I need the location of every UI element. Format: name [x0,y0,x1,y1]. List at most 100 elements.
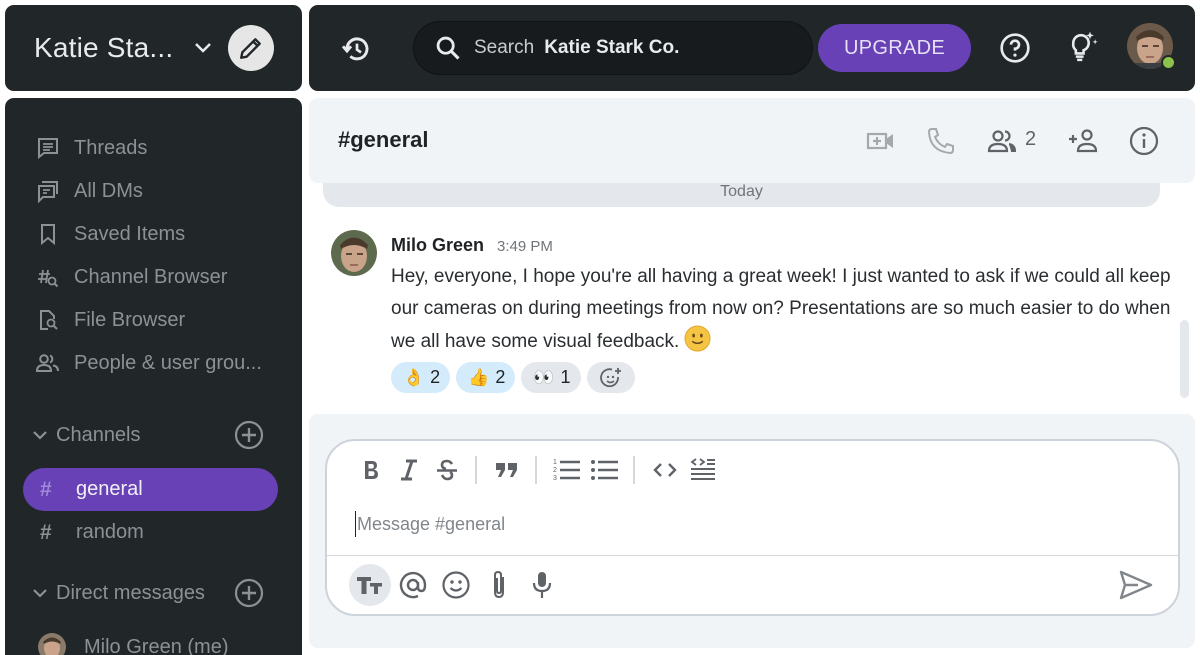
channel-title: #general [338,127,429,152]
sidebar-item-label: File Browser [74,308,186,331]
message-scrollbar[interactable] [1180,320,1189,398]
strikethrough-button[interactable] [431,455,463,485]
sidebar-item-label: All DMs [74,179,143,202]
workspace-header: Katie Sta... [5,5,302,91]
reactions-bar: 👌 2 👍 2 👀 1 [391,362,635,393]
svg-text:3: 3 [553,475,557,482]
search-icon [436,36,460,60]
workspace-name[interactable]: Katie Sta... [34,32,194,64]
search-bar[interactable]: Search Katie Stark Co. [413,21,813,75]
bulleted-list-button[interactable] [589,455,621,485]
emoji-button[interactable] [435,564,477,606]
channel-name: random [76,521,144,543]
numbered-list-icon: 123 [553,459,580,482]
quote-button[interactable] [491,455,523,485]
numbered-list-button[interactable]: 123 [551,455,583,485]
pencil-icon [240,38,261,59]
people-icon [35,350,61,376]
member-count[interactable]: 2 [1025,128,1036,151]
text-format-toggle[interactable] [349,564,391,606]
toolbar-divider [535,456,537,484]
channel-item-random[interactable]: # random [23,511,278,554]
voice-message-button[interactable] [521,564,563,606]
mention-button[interactable] [392,564,434,606]
composer-tools [349,564,564,606]
bold-button[interactable] [355,455,387,485]
dms-label: Direct messages [56,581,205,604]
reaction-emoji: 👍 [468,368,490,387]
add-dm-icon[interactable] [234,578,264,608]
message-text: Hey, everyone, I hope you're all having … [391,266,1171,352]
dm-item[interactable]: Milo Green (me) [38,633,228,655]
code-block-button[interactable] [687,455,719,485]
reaction-thumbs-up[interactable]: 👍 2 [456,362,516,393]
composer-divider [327,555,1178,556]
sidebar: Threads All DMs Saved Items Channel Brow… [5,98,302,655]
message-input[interactable] [355,511,1135,537]
compose-button[interactable] [228,25,274,71]
smiley-icon [442,571,470,599]
code-button[interactable] [649,455,681,485]
slightly-smiling-emoji [684,325,711,352]
info-icon[interactable] [1129,126,1159,156]
avatar [38,633,66,655]
dm-name: Milo Green (me) [84,635,229,655]
chevron-down-icon [33,589,47,598]
strikethrough-icon [437,459,457,481]
sidebar-item-saved-items[interactable]: Saved Items [35,219,185,249]
bulleted-list-icon [591,460,618,480]
history-icon[interactable] [341,33,373,65]
help-icon[interactable] [999,32,1031,64]
microphone-icon [532,572,552,598]
reaction-emoji: 👀 [533,368,555,387]
user-avatar[interactable] [1127,23,1176,70]
reaction-count: 2 [430,367,441,387]
attach-button[interactable] [478,564,520,606]
italic-button[interactable] [393,455,425,485]
sidebar-item-threads[interactable]: Threads [35,133,147,163]
chevron-down-icon[interactable] [194,42,212,54]
channel-item-general[interactable]: # general [23,468,278,511]
message-author[interactable]: Milo Green [391,235,484,256]
text-format-icon [357,577,382,594]
dms-section-header[interactable]: Direct messages [32,578,264,608]
add-channel-icon[interactable] [234,420,264,450]
threads-icon [35,135,61,161]
file-browser-icon [35,307,61,333]
toolbar-divider [475,456,477,484]
lightbulb-icon[interactable] [1063,29,1099,65]
avatar[interactable] [331,230,377,276]
phone-icon[interactable] [926,126,956,156]
channel-browser-icon [35,264,61,290]
send-icon[interactable] [1118,569,1154,601]
reaction-emoji: 👌 [403,368,425,387]
hash-icon: # [40,477,52,501]
presence-indicator [1161,55,1176,70]
sidebar-item-channel-browser[interactable]: Channel Browser [35,262,227,292]
code-icon [653,463,677,477]
add-reaction-button[interactable] [586,362,635,393]
formatting-toolbar: 123 [355,455,725,485]
message-composer: 123 [325,439,1180,616]
sidebar-item-file-browser[interactable]: File Browser [35,305,185,335]
date-label: Today [720,183,763,200]
reaction-eyes[interactable]: 👀 1 [521,362,581,393]
upgrade-button[interactable]: UPGRADE [818,24,971,72]
add-member-icon[interactable] [1067,126,1101,156]
members-icon[interactable] [987,126,1021,156]
code-block-icon [690,458,715,480]
sidebar-item-label: Threads [74,136,148,159]
search-label: Search [474,37,535,58]
bold-icon [365,461,378,479]
channels-section-header[interactable]: Channels [32,420,264,450]
sidebar-item-all-dms[interactable]: All DMs [35,176,143,206]
reaction-count: 2 [495,367,506,387]
hash-icon: # [40,520,52,544]
sidebar-item-people[interactable]: People & user grou... [35,348,262,378]
add-reaction-icon [599,367,621,387]
toolbar-divider [633,456,635,484]
video-call-icon[interactable] [866,126,896,156]
italic-icon [401,459,417,481]
reaction-ok-hand[interactable]: 👌 2 [391,362,451,393]
quote-icon [496,463,517,477]
